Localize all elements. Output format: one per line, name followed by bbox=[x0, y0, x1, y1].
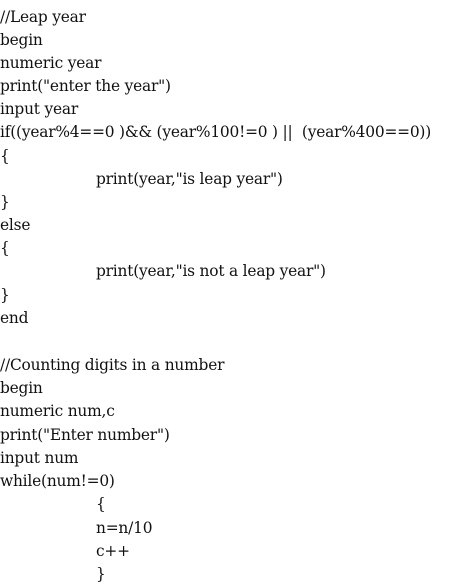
leap-year-comment: //Leap year bbox=[0, 8, 86, 26]
leap-year-print-not-leap: print(year,"is not a leap year") bbox=[96, 262, 326, 280]
count-digits-open-loop: { bbox=[96, 495, 106, 513]
leap-year-else: else bbox=[0, 216, 31, 234]
leap-year-input: input year bbox=[0, 100, 79, 118]
leap-year-end: end bbox=[0, 309, 29, 327]
count-digits-comment: //Counting digits in a number bbox=[0, 356, 225, 374]
leap-year-close-else: } bbox=[0, 286, 10, 304]
count-digits-prompt: print("Enter number") bbox=[0, 426, 170, 444]
count-digits-begin: begin bbox=[0, 379, 43, 397]
leap-year-condition: if((year%4==0 )&& (year%100!=0 ) || (yea… bbox=[0, 123, 432, 141]
leap-year-begin: begin bbox=[0, 31, 43, 49]
count-digits-close-loop: } bbox=[96, 565, 106, 583]
leap-year-close-if: } bbox=[0, 193, 10, 211]
count-digits-declare: numeric num,c bbox=[0, 402, 115, 420]
leap-year-prompt: print("enter the year") bbox=[0, 77, 171, 95]
leap-year-declare: numeric year bbox=[0, 54, 102, 72]
leap-year-print-leap: print(year,"is leap year") bbox=[96, 170, 283, 188]
count-digits-increment: c++ bbox=[96, 542, 130, 560]
leap-year-open-if: { bbox=[0, 147, 10, 165]
leap-year-open-else: { bbox=[0, 239, 10, 257]
pseudocode-document: //Leap year begin numeric year print("en… bbox=[0, 0, 461, 584]
count-digits-divide: n=n/10 bbox=[96, 519, 153, 537]
count-digits-loop: while(num!=0) bbox=[0, 472, 115, 490]
count-digits-input: input num bbox=[0, 449, 79, 467]
